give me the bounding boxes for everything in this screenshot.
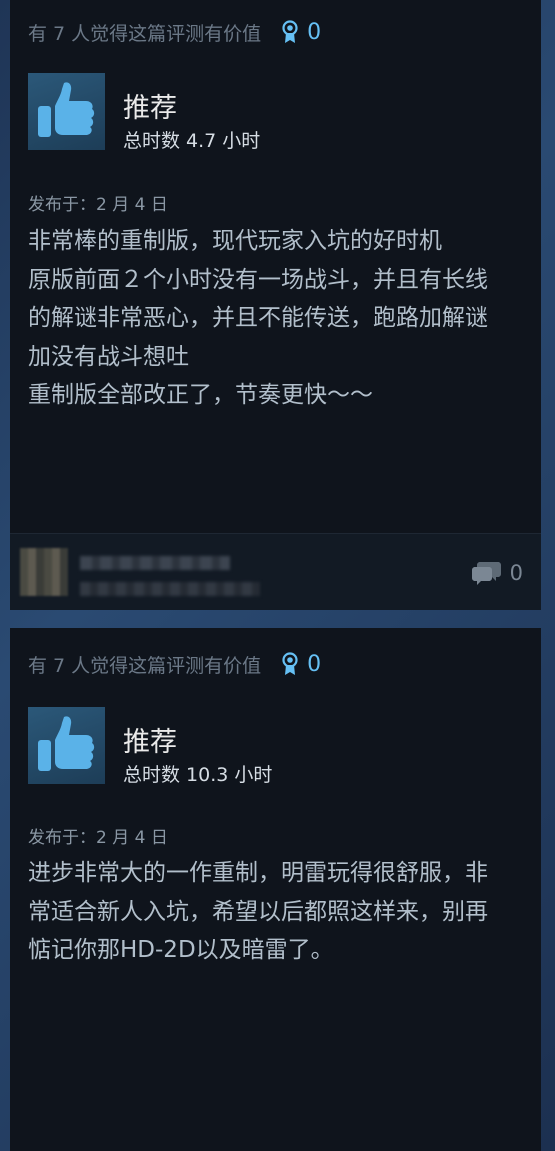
award-button[interactable]: 0	[281, 652, 321, 677]
review-line: 原版前面２个小时没有一场战斗，并且有长线	[28, 266, 488, 293]
award-ribbon-icon	[282, 20, 298, 43]
helpful-text: 有 7 人觉得这篇评测有价值	[28, 22, 262, 45]
thumbs-up-icon	[28, 707, 105, 784]
award-button[interactable]: 0	[281, 20, 321, 45]
review-line: 常适合新人入坑，希望以后都照这样来，别再	[28, 898, 488, 925]
award-ribbon-icon	[282, 652, 298, 675]
award-count: 0	[307, 19, 322, 45]
review-footer: 0	[10, 534, 541, 610]
helpful-text: 有 7 人觉得这篇评测有价值	[28, 654, 262, 677]
posted-date: 发布于：2 月 4 日	[28, 195, 168, 215]
avatar[interactable]	[20, 548, 68, 596]
review-card-2: 有 7 人觉得这篇评测有价值 0 推荐 总时数 10.3 小时 发布于：2 月 …	[10, 628, 541, 1151]
posted-date: 发布于：2 月 4 日	[28, 828, 168, 848]
hours-played: 总时数 4.7 小时	[123, 130, 261, 152]
review-body: 进步非常大的一作重制，明雷玩得很舒服，非 常适合新人入坑，希望以后都照这样来，别…	[28, 854, 528, 970]
review-card-1: 有 7 人觉得这篇评测有价值 0 推荐 总时数 4.7 小时 发布于：2 月 4…	[10, 0, 541, 610]
author-name-redacted[interactable]	[80, 556, 230, 570]
comments-button[interactable]: 0	[471, 560, 523, 586]
review-line: 重制版全部改正了，节奏更快～～	[28, 382, 373, 408]
author-info-redacted	[80, 582, 260, 596]
review-line: 惦记你那HD-2D以及暗雷了。	[28, 937, 334, 963]
review-line: 加没有战斗想吐	[28, 343, 189, 370]
verdict-title: 推荐	[123, 93, 177, 124]
review-body: 非常棒的重制版，现代玩家入坑的好时机 原版前面２个小时没有一场战斗，并且有长线 …	[28, 222, 528, 415]
review-line: 的解谜非常恶心，并且不能传送，跑路加解谜	[28, 305, 488, 331]
comment-count: 0	[509, 561, 523, 585]
hours-played: 总时数 10.3 小时	[123, 764, 273, 786]
verdict-title: 推荐	[123, 727, 177, 758]
helpful-row: 有 7 人觉得这篇评测有价值 0	[28, 652, 321, 677]
thumbs-up-icon	[28, 73, 105, 150]
helpful-row: 有 7 人觉得这篇评测有价值 0	[28, 20, 321, 45]
award-count: 0	[307, 651, 322, 677]
review-line: 非常棒的重制版，现代玩家入坑的好时机	[28, 228, 442, 254]
comment-bubbles-icon	[471, 562, 501, 585]
review-line: 进步非常大的一作重制，明雷玩得很舒服，非	[28, 860, 488, 886]
